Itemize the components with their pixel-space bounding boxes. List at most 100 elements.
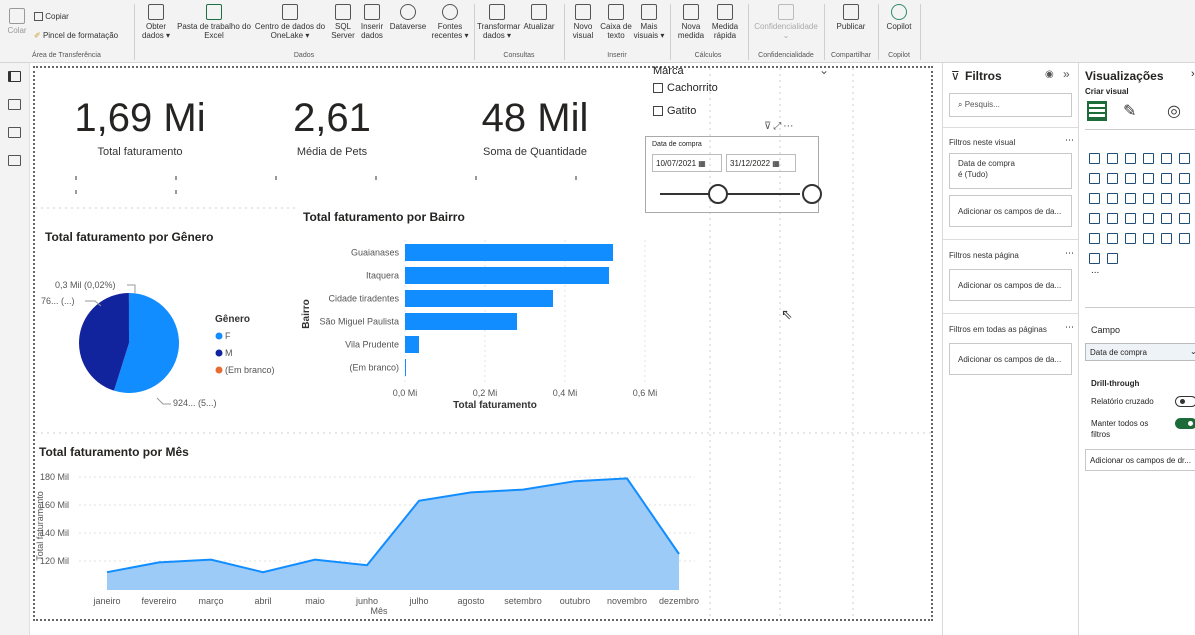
visual-type-icon[interactable] — [1089, 253, 1100, 264]
enter-data-button[interactable]: Inserir dados — [358, 4, 386, 40]
date-start-input[interactable]: 10/07/2021 ▦ — [652, 154, 722, 172]
excel-workbook-button[interactable]: Pasta de trabalho do Excel — [174, 4, 254, 40]
focus-mode-icon[interactable]: ⤢ — [773, 121, 783, 132]
more-visuals-button[interactable]: Mais visuais ▾ — [632, 4, 666, 40]
date-range-handle-start[interactable] — [708, 184, 728, 204]
dataverse-icon — [400, 4, 416, 20]
report-view-icon[interactable] — [8, 71, 21, 82]
paste-button[interactable]: Colar — [4, 8, 30, 35]
visual-type-icon[interactable] — [1125, 153, 1136, 164]
visual-type-icon[interactable] — [1143, 173, 1154, 184]
slicer-option-cachorrito[interactable]: Cachorrito — [653, 82, 718, 94]
visual-type-icon[interactable] — [1107, 213, 1118, 224]
visual-type-icon[interactable] — [1143, 233, 1154, 244]
visual-type-icon[interactable] — [1161, 233, 1172, 244]
visual-type-icon[interactable] — [1107, 173, 1118, 184]
visual-type-icon[interactable] — [1089, 153, 1100, 164]
dax-query-icon[interactable] — [8, 155, 21, 166]
more-options-icon[interactable]: ⋯ — [1065, 322, 1074, 333]
recent-sources-button[interactable]: Fontes recentes ▾ — [430, 4, 470, 40]
new-visual-button[interactable]: Novo visual — [566, 4, 600, 40]
calendar-icon[interactable]: ▦ — [698, 159, 706, 168]
chevron-down-icon[interactable]: ⌄ — [1190, 347, 1195, 356]
quick-measure-button[interactable]: Medida rápida — [708, 4, 742, 40]
more-options-icon[interactable]: ⋯ — [1065, 248, 1074, 259]
visual-type-icon[interactable] — [1161, 173, 1172, 184]
calendar-icon[interactable]: ▦ — [772, 159, 780, 168]
visual-type-icon[interactable] — [1179, 193, 1190, 204]
filter-icon[interactable]: ⊽ — [764, 121, 773, 132]
more-options-icon[interactable]: ⋯ — [783, 121, 795, 132]
checkbox[interactable] — [653, 106, 663, 117]
visual-type-icon[interactable] — [1089, 173, 1100, 184]
visual-type-icon[interactable] — [1179, 173, 1190, 184]
chevron-down-icon[interactable]: ⌄ — [819, 63, 829, 77]
dataverse-button[interactable]: Dataverse — [386, 4, 430, 31]
add-drillthrough-dropzone[interactable]: Adicionar os campos de dr... — [1085, 449, 1195, 471]
visual-type-icon[interactable] — [1143, 213, 1154, 224]
sql-server-button[interactable]: SQL Server — [328, 4, 358, 40]
collapse-pane-icon[interactable]: » — [1063, 67, 1070, 81]
text-box-button[interactable]: Caixa de texto — [600, 4, 632, 40]
visual-type-icon[interactable] — [1089, 213, 1100, 224]
visual-type-icon[interactable] — [1107, 253, 1118, 264]
copilot-button[interactable]: Copilot — [882, 4, 916, 31]
add-fields-allpages-dropzone[interactable]: Adicionar os campos de da... — [949, 343, 1072, 375]
slicer-marca[interactable]: Marca ⌄ Cachorrito Gatito — [651, 63, 836, 125]
bar-chart[interactable]: 0,0 Mi 0,2 Mi 0,4 Mi 0,6 Mi Guaianases Itaque… — [295, 226, 675, 426]
visual-type-icon[interactable] — [1179, 233, 1190, 244]
visual-type-icon[interactable] — [1161, 213, 1172, 224]
visual-type-icon[interactable] — [1089, 233, 1100, 244]
date-range-handle-end[interactable] — [802, 184, 822, 204]
visual-type-icon[interactable] — [1125, 233, 1136, 244]
visual-type-icon[interactable] — [1143, 193, 1154, 204]
format-painter-button[interactable]: ✐ Pincel de formatação — [34, 31, 118, 40]
visual-type-icon[interactable] — [1179, 153, 1190, 164]
checkbox[interactable] — [653, 83, 663, 94]
format-visual-tab-icon[interactable]: ✎ — [1123, 101, 1136, 121]
refresh-button[interactable]: Atualizar — [518, 4, 560, 31]
eye-icon[interactable]: ◉ — [1045, 69, 1054, 80]
visual-type-icon[interactable] — [1107, 153, 1118, 164]
bar-category-label: Itaquera — [366, 271, 399, 281]
field-well-data-compra[interactable]: Data de compra ⌄ — [1085, 343, 1195, 361]
visual-type-icon[interactable] — [1179, 213, 1190, 224]
date-end-input[interactable]: 31/12/2022 ▦ — [726, 154, 796, 172]
new-measure-button[interactable]: Nova medida — [674, 4, 708, 40]
visual-type-icon[interactable] — [1125, 173, 1136, 184]
build-visual-tab-icon[interactable] — [1087, 101, 1107, 121]
date-range-track[interactable] — [660, 193, 800, 195]
slicer-option-gatito[interactable]: Gatito — [653, 105, 696, 117]
group-compartilhar-label: Compartilhar — [830, 52, 872, 59]
model-view-icon[interactable] — [8, 127, 21, 138]
visual-type-icon[interactable] — [1143, 153, 1154, 164]
slicer-data-compra[interactable]: ⊽⤢⋯ Data de compra 10/07/2021 ▦ 31/12/20… — [645, 121, 822, 213]
copy-button[interactable]: Copiar — [34, 12, 69, 22]
add-fields-visual-dropzone[interactable]: Adicionar os campos de da... — [949, 195, 1072, 227]
publish-button[interactable]: Publicar — [828, 4, 874, 31]
area-chart[interactable]: 120 Mil140 Mil160 Mil180 Miljaneiro fever… — [35, 460, 715, 620]
visual-type-icon[interactable] — [1161, 193, 1172, 204]
close-icon[interactable]: › — [1191, 68, 1195, 80]
visual-type-icon[interactable] — [1125, 213, 1136, 224]
more-visuals-icon[interactable]: ... — [1091, 265, 1099, 276]
cross-report-toggle[interactable] — [1175, 396, 1195, 407]
more-options-icon[interactable]: ⋯ — [1065, 135, 1074, 146]
visual-type-icon[interactable] — [1107, 193, 1118, 204]
filter-card-data-compra[interactable]: Data de compra é (Tudo) — [949, 153, 1072, 189]
add-fields-page-dropzone[interactable]: Adicionar os campos de da... — [949, 269, 1072, 301]
analytics-tab-icon[interactable]: ◎ — [1167, 101, 1181, 121]
visual-type-icon[interactable] — [1089, 193, 1100, 204]
get-data-button[interactable]: Obter dados ▾ — [138, 4, 174, 40]
table-icon — [364, 4, 380, 20]
transform-data-button[interactable]: Transformar dados ▾ — [477, 4, 520, 40]
report-canvas[interactable]: 1,69 Mi Total faturamento 2,61 Média de … — [33, 63, 933, 621]
table-view-icon[interactable] — [8, 99, 21, 110]
onelake-hub-button[interactable]: Centro de dados do OneLake ▾ — [254, 4, 326, 40]
visual-type-icon[interactable] — [1125, 193, 1136, 204]
visual-type-icon[interactable] — [1107, 233, 1118, 244]
visual-type-icon[interactable] — [1161, 153, 1172, 164]
pie-chart[interactable]: 924... (5...) 76... (...) 0,3 Mil (0,02%) G… — [35, 248, 285, 418]
keep-filters-toggle[interactable] — [1175, 418, 1195, 429]
filters-search-input[interactable]: ⌕ Pesquis... — [949, 93, 1072, 117]
